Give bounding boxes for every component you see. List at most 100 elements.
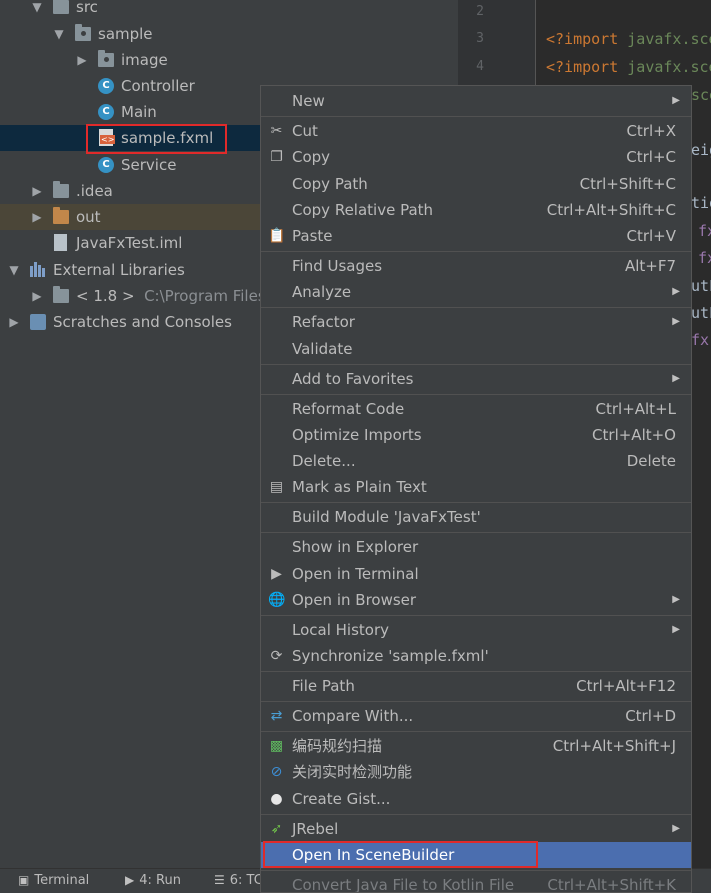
code-line: fx (691, 331, 710, 349)
menu-separator (261, 364, 691, 365)
menu-item-open-in-browser[interactable]: 🌐 Open in Browser ▶ (261, 587, 691, 613)
menu-item-add-to-favorites[interactable]: Add to Favorites ▶ (261, 366, 691, 392)
menu-item-jrebel[interactable]: ➶ JRebel ▶ (261, 816, 691, 842)
code-line: fx (698, 249, 711, 267)
tree-item-sample[interactable]: ▼ sample (0, 21, 458, 47)
menu-item-copy-relative-path[interactable]: Copy Relative Path Ctrl+Alt+Shift+C (261, 197, 691, 223)
annotation-box-scenebuilder (263, 841, 538, 868)
folder-icon (53, 181, 69, 198)
menu-separator (261, 307, 691, 308)
menu-separator (261, 502, 691, 503)
menu-item-copy[interactable]: ❐ Copy Ctrl+C (261, 144, 691, 170)
menu-separator (261, 251, 691, 252)
menu-item-reformat-code[interactable]: Reformat Code Ctrl+Alt+L (261, 396, 691, 422)
library-icon (30, 262, 46, 277)
compare-icon: ⇄ (270, 708, 283, 724)
disable-detection-icon: ⊘ (270, 764, 283, 780)
menu-separator (261, 116, 691, 117)
submenu-arrow-icon: ▶ (672, 624, 680, 635)
menu-item-mark-as-plain-text[interactable]: ▤ Mark as Plain Text (261, 474, 691, 500)
sync-icon: ⟳ (270, 648, 283, 664)
module-file-icon (54, 234, 67, 251)
code-scan-icon: ▩ (269, 738, 284, 754)
java-class-icon: C (98, 78, 114, 94)
menu-item-paste[interactable]: 📋 Paste Ctrl+V (261, 223, 691, 249)
tree-item-image[interactable]: ▶ image (0, 47, 458, 73)
terminal-icon: ▣ (18, 873, 30, 887)
chevron-right-icon[interactable]: ▶ (30, 283, 44, 309)
chevron-right-icon[interactable]: ▶ (75, 47, 89, 73)
menu-separator (261, 532, 691, 533)
menu-item-show-in-explorer[interactable]: Show in Explorer (261, 534, 691, 560)
context-menu: New ▶ ✂ Cut Ctrl+X ❐ Copy Ctrl+C Copy Path Ctr… (260, 85, 692, 893)
code-line: utL (691, 277, 711, 295)
menu-item-optimize-imports[interactable]: Optimize Imports Ctrl+Alt+O (261, 422, 691, 448)
chevron-down-icon[interactable]: ▼ (30, 0, 44, 20)
jdk-folder-icon (53, 286, 69, 303)
terminal-icon: ▶ (271, 566, 282, 582)
chevron-right-icon[interactable]: ▶ (30, 178, 44, 204)
annotation-box-sample-fxml (86, 124, 227, 154)
globe-icon: 🌐 (268, 592, 286, 608)
menu-item-code-scan[interactable]: ▩ 编码规约扫描 Ctrl+Alt+Shift+J (261, 733, 691, 759)
chevron-right-icon[interactable]: ▶ (7, 309, 21, 335)
excluded-folder-icon (53, 207, 69, 224)
menu-item-new[interactable]: New ▶ (261, 88, 691, 114)
list-icon: ☰ (214, 873, 225, 887)
menu-item-cut[interactable]: ✂ Cut Ctrl+X (261, 118, 691, 144)
menu-item-disable-detection[interactable]: ⊘ 关闭实时检测功能 (261, 759, 691, 785)
menu-item-synchronize[interactable]: ⟳ Synchronize 'sample.fxml' (261, 643, 691, 669)
menu-item-create-gist[interactable]: ● Create Gist... (261, 786, 691, 812)
chevron-down-icon[interactable]: ▼ (52, 21, 66, 47)
scratches-icon (30, 314, 46, 330)
folder-icon (53, 0, 69, 14)
scissors-icon: ✂ (270, 123, 283, 139)
code-line: <?import javafx.sce (546, 58, 711, 76)
code-line: sce (691, 86, 711, 104)
menu-separator (261, 394, 691, 395)
menu-separator (261, 615, 691, 616)
submenu-arrow-icon: ▶ (672, 823, 680, 834)
java-class-icon: C (98, 157, 114, 173)
menu-separator (261, 731, 691, 732)
plain-text-icon: ▤ (269, 479, 284, 495)
menu-item-delete[interactable]: Delete... Delete (261, 448, 691, 474)
package-icon (98, 50, 114, 67)
chevron-down-icon[interactable]: ▼ (7, 257, 21, 283)
jrebel-icon: ➶ (270, 821, 283, 837)
menu-item-file-path[interactable]: File Path Ctrl+Alt+F12 (261, 673, 691, 699)
chevron-right-icon[interactable]: ▶ (30, 204, 44, 230)
menu-item-convert-to-kotlin[interactable]: Convert Java File to Kotlin File Ctrl+Alt… (261, 872, 691, 892)
package-icon (75, 24, 91, 41)
menu-separator (261, 701, 691, 702)
code-line: tio (691, 194, 711, 212)
run-tab[interactable]: ▶ 4: Run (125, 873, 181, 888)
menu-item-refactor[interactable]: Refactor ▶ (261, 309, 691, 335)
menu-item-open-in-terminal[interactable]: ▶ Open in Terminal (261, 561, 691, 587)
todo-tab[interactable]: ☰ 6: TC (214, 873, 263, 888)
menu-item-copy-path[interactable]: Copy Path Ctrl+Shift+C (261, 171, 691, 197)
submenu-arrow-icon: ▶ (672, 373, 680, 384)
submenu-arrow-icon: ▶ (672, 286, 680, 297)
menu-item-analyze[interactable]: Analyze ▶ (261, 279, 691, 305)
terminal-tab[interactable]: ▣ Terminal (18, 873, 89, 888)
submenu-arrow-icon: ▶ (672, 95, 680, 106)
menu-separator (261, 870, 691, 871)
clipboard-icon: 📋 (268, 228, 286, 244)
menu-item-compare-with[interactable]: ⇄ Compare With... Ctrl+D (261, 703, 691, 729)
github-icon: ● (270, 791, 283, 807)
code-line: <?import javafx.sce (546, 30, 711, 48)
menu-item-build-module[interactable]: Build Module 'JavaFxTest' (261, 504, 691, 530)
menu-item-local-history[interactable]: Local History ▶ (261, 617, 691, 643)
menu-item-find-usages[interactable]: Find Usages Alt+F7 (261, 253, 691, 279)
menu-separator (261, 671, 691, 672)
code-line: fx (698, 222, 711, 240)
code-line: eig (691, 141, 711, 159)
submenu-arrow-icon: ▶ (672, 594, 680, 605)
submenu-arrow-icon: ▶ (672, 316, 680, 327)
menu-separator (261, 814, 691, 815)
code-line: utL (691, 304, 711, 322)
menu-item-validate[interactable]: Validate (261, 336, 691, 362)
tree-item-src[interactable]: ▼ src (0, 0, 458, 20)
run-icon: ▶ (125, 873, 135, 887)
